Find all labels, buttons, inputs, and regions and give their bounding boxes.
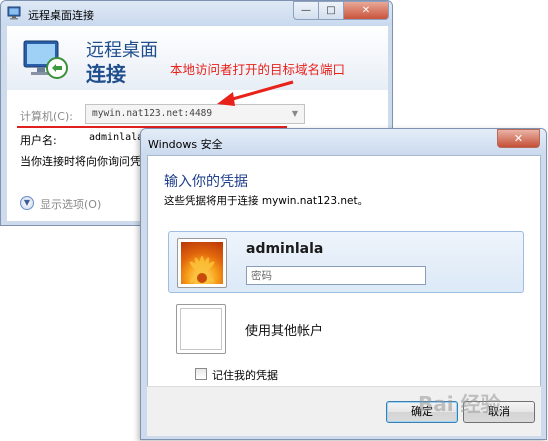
remember-checkbox[interactable]: [195, 368, 207, 380]
username-label: 用户名:: [20, 134, 57, 147]
minimize-button[interactable]: —: [293, 1, 319, 20]
remember-label[interactable]: 记住我的凭据: [212, 367, 278, 383]
credentials-subtitle: 这些凭据将用于连接 mywin.nat123.net。: [164, 195, 369, 207]
rdp-window-title: 远程桌面连接: [28, 9, 94, 22]
computer-value: mywin.nat123.net:4489: [92, 108, 213, 119]
rdp-titlebar[interactable]: 远程桌面连接 — □ ✕: [1, 1, 392, 26]
rdp-banner: 远程桌面 连接 本地访问者打开的目标域名端口: [7, 26, 388, 90]
computer-label: 计算机(C):: [20, 110, 73, 123]
maximize-button[interactable]: □: [318, 1, 344, 20]
security-close-button[interactable]: ✕: [497, 129, 540, 148]
selected-username: adminlala: [246, 241, 324, 257]
other-account-label: 使用其他帐户: [245, 324, 324, 339]
avatar: [177, 238, 227, 288]
annotation-arrow-icon: [217, 80, 294, 106]
blank-avatar-icon: [176, 304, 226, 354]
credentials-heading: 输入你的凭据: [164, 174, 248, 190]
remote-desktop-logo-icon: [23, 40, 68, 79]
username-value: adminlala: [89, 132, 144, 143]
annotation-text: 本地访问者打开的目标域名端口: [170, 62, 346, 77]
rdp-close-button[interactable]: ✕: [343, 1, 389, 20]
security-titlebar[interactable]: Windows 安全 ✕: [141, 129, 546, 155]
show-options-label[interactable]: 显示选项(O): [40, 196, 101, 212]
rdp-heading-line2: 连接: [86, 62, 126, 86]
password-input[interactable]: [246, 266, 426, 285]
selected-user-tile[interactable]: adminlala: [168, 231, 524, 293]
credentials-hint: 当你连接时将向你询问凭: [20, 155, 141, 168]
security-dialog-title: Windows 安全: [148, 138, 223, 151]
other-account-tile[interactable]: 使用其他帐户: [168, 298, 524, 360]
flower-avatar-icon: [181, 242, 223, 284]
remote-desktop-icon: [7, 6, 21, 20]
baidu-watermark: Bai 经验: [418, 392, 501, 416]
expand-down-icon[interactable]: ▼: [20, 196, 34, 210]
